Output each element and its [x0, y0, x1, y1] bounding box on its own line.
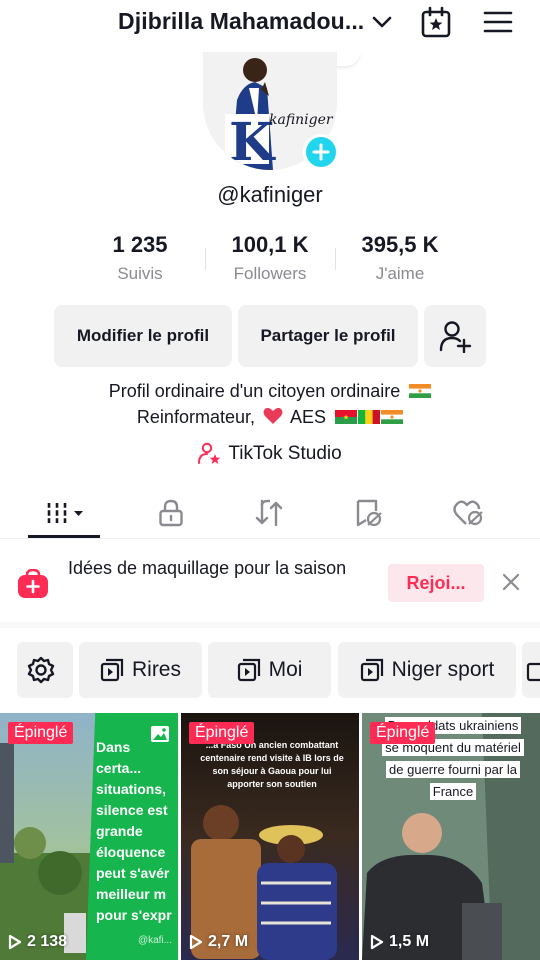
tab-reposts[interactable]: [220, 488, 318, 538]
playlist-icon: [526, 662, 540, 682]
playlist-chips: Rires Moi Niger sport: [0, 642, 540, 698]
stat-divider: [205, 248, 206, 270]
playlist-icon: [360, 658, 383, 682]
plus-icon: [312, 143, 330, 161]
add-user-icon: [439, 321, 472, 353]
avatar-text: kafiniger: [269, 112, 333, 128]
edit-profile-button[interactable]: Modifier le profil: [54, 305, 232, 367]
makeup-bag-icon: [18, 569, 48, 598]
view-count: 1,5 M: [370, 933, 429, 951]
bio-text: Reinformateur,: [136, 407, 255, 427]
studio-icon: [198, 442, 221, 464]
view-count: 2 138: [8, 933, 67, 951]
stat-value: 100,1 K: [231, 232, 309, 257]
heart-emoji-icon: [263, 407, 283, 424]
thumbnail-scene: [0, 743, 90, 960]
avatar-container[interactable]: K kafiniger: [203, 52, 339, 170]
playlist-settings-button[interactable]: [17, 642, 73, 698]
playlist-label: Niger sport: [391, 658, 495, 681]
pinned-badge: Épinglé: [189, 722, 255, 744]
bio-text: Profil ordinaire d'un citoyen ordinaire: [108, 381, 401, 401]
profile-tabs: [0, 488, 540, 538]
share-profile-button[interactable]: Partager le profil: [238, 305, 418, 367]
playlist-chip[interactable]: [522, 642, 540, 698]
bio-line-2: Reinformateur, AES: [0, 404, 540, 430]
calendar-star-icon[interactable]: [420, 6, 452, 38]
photo-icon: [151, 726, 169, 742]
profile-bio: Profil ordinaire d'un citoyen ordinaire …: [0, 378, 540, 430]
view-count-text: 2,7 M: [208, 933, 249, 950]
play-icon: [370, 934, 384, 950]
stat-followers[interactable]: 100,1 K Followers: [205, 232, 335, 284]
video-thumbnail[interactable]: ...a Faso Un ancien combattant centenair…: [181, 713, 359, 960]
play-icon: [189, 934, 203, 950]
hamburger-menu-icon[interactable]: [483, 10, 513, 34]
playlist-chip[interactable]: Niger sport: [338, 642, 516, 698]
video-thumbnail[interactable]: Dans certa... situations, silence est gr…: [0, 713, 178, 960]
add-avatar-button[interactable]: [303, 134, 339, 170]
join-button[interactable]: Rejoi...: [388, 564, 484, 602]
add-friends-button[interactable]: [424, 305, 486, 367]
repost-icon: [255, 499, 283, 527]
bio-aes: AES: [290, 407, 327, 427]
studio-label[interactable]: TikTok Studio: [228, 443, 341, 465]
liked-hidden-icon: [453, 500, 483, 526]
view-count: 2,7 M: [189, 933, 248, 951]
playlist-label: Moi: [268, 658, 303, 681]
promo-text: Idées de maquillage pour la saison: [68, 558, 347, 578]
stat-following[interactable]: 1 235 Suivis: [75, 232, 205, 284]
stat-divider: [335, 248, 336, 270]
username: @kafiniger: [217, 182, 323, 207]
stat-value: 395,5 K: [361, 232, 439, 257]
stat-likes[interactable]: 395,5 K J'aime: [335, 232, 465, 284]
mali-flag-icon: [358, 410, 381, 424]
tab-private[interactable]: [122, 488, 220, 538]
playlist-icon: [237, 658, 260, 682]
playlist-chip[interactable]: Moi: [208, 642, 331, 698]
stat-label: Suivis: [117, 264, 163, 283]
video-watermark: @kafi...: [137, 935, 172, 946]
lock-icon: [159, 499, 183, 527]
video-thumbnail[interactable]: Des soldats ukrainiens se moquent du mat…: [362, 713, 540, 960]
tab-liked[interactable]: [420, 488, 518, 538]
close-icon[interactable]: [500, 571, 522, 593]
stat-label: J'aime: [375, 264, 425, 283]
gear-icon: [27, 656, 55, 684]
view-count-text: 1,5 M: [389, 933, 430, 950]
tiktok-studio-link[interactable]: TikTok Studio: [0, 442, 540, 466]
video-caption: Dans certa... situations, silence est gr…: [96, 739, 172, 923]
promo-banner[interactable]: Idées de maquillage pour la saison Rejoi…: [0, 538, 540, 628]
view-count-text: 2 138: [27, 933, 68, 950]
playlist-chip[interactable]: Rires: [79, 642, 202, 698]
stat-value: 1 235: [112, 232, 168, 257]
profile-stats: 1 235 Suivis 100,1 K Followers 395,5 K J…: [0, 232, 540, 288]
tab-videos[interactable]: [18, 488, 116, 538]
video-caption: ...a Faso Un ancien combattant centenair…: [200, 740, 344, 789]
niger-flag-icon: [381, 410, 404, 424]
burkina-flag-icon: [335, 410, 358, 424]
account-switcher[interactable]: Djibrilla Mahamadou...: [118, 8, 392, 35]
grid-icon: [45, 503, 83, 523]
top-bar: Djibrilla Mahamadou...: [0, 0, 540, 48]
account-name[interactable]: Djibrilla Mahamadou...: [118, 8, 364, 35]
niger-flag-icon: [409, 384, 432, 398]
pinned-badge: Épinglé: [370, 722, 436, 744]
saved-hidden-icon: [356, 499, 382, 527]
tab-saved[interactable]: [320, 488, 418, 538]
playlist-label: Rires: [131, 658, 181, 681]
chevron-down-icon[interactable]: [372, 15, 392, 29]
stat-label: Followers: [233, 264, 307, 283]
pinned-badge: Épinglé: [8, 722, 74, 744]
playlist-icon: [100, 658, 124, 682]
play-icon: [8, 934, 22, 950]
bio-line-1: Profil ordinaire d'un citoyen ordinaire: [0, 378, 540, 404]
video-grid: Dans certa... situations, silence est gr…: [0, 713, 540, 960]
